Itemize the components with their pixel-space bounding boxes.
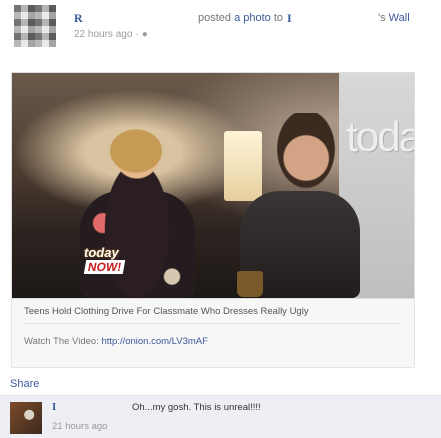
photo-lamp xyxy=(224,131,262,201)
wall-link[interactable]: Wall xyxy=(389,12,410,24)
today-logo-text: today xyxy=(84,245,119,260)
photo-link[interactable]: a photo xyxy=(234,12,271,24)
timestamp-separator: · xyxy=(135,29,139,40)
post-timestamp: 22 hours ago · ● xyxy=(74,29,148,40)
poster-name[interactable]: R xyxy=(74,11,83,26)
video-label: Watch The Video: xyxy=(24,336,99,347)
post-action-text: posted a photo to xyxy=(198,12,283,24)
post-time[interactable]: 22 hours ago xyxy=(74,29,132,40)
caption-video: Watch The Video: http://onion.com/LV3mAF xyxy=(24,336,208,347)
comment-author[interactable]: I xyxy=(52,401,56,413)
globe-icon[interactable]: ● xyxy=(142,29,148,40)
share-button[interactable]: Share xyxy=(10,378,39,390)
wall-suffix: 's xyxy=(378,12,386,24)
wall-text: 's Wall xyxy=(378,12,410,24)
photo-person-left-hair xyxy=(100,121,172,181)
caption-divider xyxy=(23,323,401,324)
today-logo xyxy=(67,291,153,298)
post-photo[interactable]: toda xyxy=(11,72,415,299)
photo-mug xyxy=(237,271,263,297)
poster-avatar[interactable] xyxy=(14,5,56,47)
comment-time[interactable]: 21 hours ago xyxy=(52,421,107,432)
wall-owner-name[interactable]: I xyxy=(287,11,292,26)
today-now-text: NOW! xyxy=(83,260,126,274)
comment-avatar[interactable] xyxy=(10,402,42,434)
posted-to: to xyxy=(273,12,284,24)
posted-prefix: posted xyxy=(198,12,232,24)
caption-title[interactable]: Teens Hold Clothing Drive For Classmate … xyxy=(24,306,309,317)
photo-person-right xyxy=(262,123,347,298)
comment-text: Oh...my gosh. This is unreal!!!! xyxy=(132,402,261,413)
backdrop-text: toda xyxy=(346,113,415,160)
video-url-link[interactable]: http://onion.com/LV3mAF xyxy=(101,336,208,347)
